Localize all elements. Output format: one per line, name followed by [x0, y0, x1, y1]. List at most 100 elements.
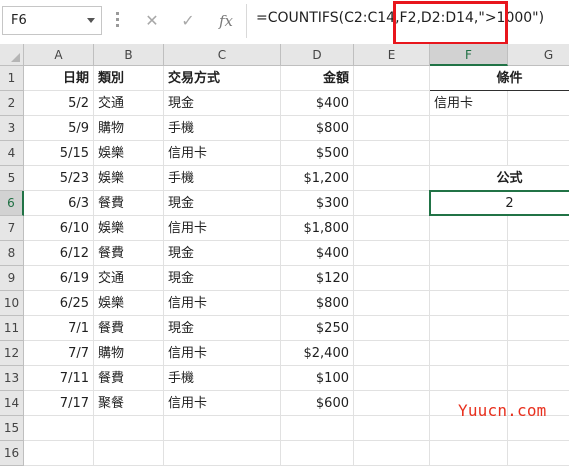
cell-c8[interactable]: 現金: [164, 241, 281, 266]
cell-b12[interactable]: 購物: [94, 341, 164, 366]
row-header-2[interactable]: 2: [0, 91, 24, 116]
cell-g13[interactable]: [508, 366, 569, 391]
cell-f16[interactable]: [430, 441, 508, 466]
cell-a10[interactable]: 6/25: [24, 291, 94, 316]
cell-e5[interactable]: [354, 166, 430, 191]
cell-g10[interactable]: [508, 291, 569, 316]
cell-b4[interactable]: 娛樂: [94, 141, 164, 166]
row-header-7[interactable]: 7: [0, 216, 24, 241]
cell-a6[interactable]: 6/3: [24, 191, 94, 216]
cell-c1[interactable]: 交易方式: [164, 66, 281, 91]
cell-b13[interactable]: 餐費: [94, 366, 164, 391]
cell-e2[interactable]: [354, 91, 430, 116]
cell-e12[interactable]: [354, 341, 430, 366]
cell-g11[interactable]: [508, 316, 569, 341]
cell-d6[interactable]: $300: [281, 191, 354, 216]
cell-c14[interactable]: 信用卡: [164, 391, 281, 416]
cell-b5[interactable]: 娛樂: [94, 166, 164, 191]
cell-f5[interactable]: 公式: [430, 166, 569, 191]
cell-e13[interactable]: [354, 366, 430, 391]
row-header-15[interactable]: 15: [0, 416, 24, 441]
cell-d2[interactable]: $400: [281, 91, 354, 116]
cell-g7[interactable]: [508, 216, 569, 241]
cell-a11[interactable]: 7/1: [24, 316, 94, 341]
cell-d15[interactable]: [281, 416, 354, 441]
cell-b16[interactable]: [94, 441, 164, 466]
cell-g12[interactable]: [508, 341, 569, 366]
row-header-5[interactable]: 5: [0, 166, 24, 191]
column-header-a[interactable]: A: [24, 44, 94, 66]
chevron-down-icon[interactable]: [87, 18, 95, 23]
cell-b3[interactable]: 購物: [94, 116, 164, 141]
cell-c2[interactable]: 現金: [164, 91, 281, 116]
row-header-4[interactable]: 4: [0, 141, 24, 166]
cell-e10[interactable]: [354, 291, 430, 316]
row-header-1[interactable]: 1: [0, 66, 24, 91]
cell-b14[interactable]: 聚餐: [94, 391, 164, 416]
cell-f12[interactable]: [430, 341, 508, 366]
row-header-16[interactable]: 16: [0, 441, 24, 466]
column-header-d[interactable]: D: [281, 44, 354, 66]
cell-a14[interactable]: 7/17: [24, 391, 94, 416]
cell-f6[interactable]: 2: [430, 191, 569, 216]
row-header-6[interactable]: 6: [0, 191, 24, 216]
cell-c6[interactable]: 現金: [164, 191, 281, 216]
name-box[interactable]: F6: [2, 6, 102, 35]
cell-a4[interactable]: 5/15: [24, 141, 94, 166]
cell-e7[interactable]: [354, 216, 430, 241]
enter-check-icon[interactable]: ✓: [176, 9, 200, 33]
cell-f4[interactable]: [430, 141, 508, 166]
cell-g16[interactable]: [508, 441, 569, 466]
cell-d8[interactable]: $400: [281, 241, 354, 266]
cell-c15[interactable]: [164, 416, 281, 441]
cell-g9[interactable]: [508, 266, 569, 291]
cell-f7[interactable]: [430, 216, 508, 241]
cell-d13[interactable]: $100: [281, 366, 354, 391]
cell-e6[interactable]: [354, 191, 430, 216]
cell-e1[interactable]: [354, 66, 430, 91]
cell-c13[interactable]: 手機: [164, 366, 281, 391]
cell-c5[interactable]: 手機: [164, 166, 281, 191]
cell-b1[interactable]: 類別: [94, 66, 164, 91]
cell-e3[interactable]: [354, 116, 430, 141]
cell-f3[interactable]: [430, 116, 508, 141]
row-header-14[interactable]: 14: [0, 391, 24, 416]
cell-e9[interactable]: [354, 266, 430, 291]
cell-c11[interactable]: 現金: [164, 316, 281, 341]
cell-c7[interactable]: 信用卡: [164, 216, 281, 241]
row-header-11[interactable]: 11: [0, 316, 24, 341]
cell-e4[interactable]: [354, 141, 430, 166]
cell-c10[interactable]: 信用卡: [164, 291, 281, 316]
cell-d5[interactable]: $1,200: [281, 166, 354, 191]
cell-d10[interactable]: $800: [281, 291, 354, 316]
select-all-button[interactable]: [0, 44, 24, 66]
cell-b2[interactable]: 交通: [94, 91, 164, 116]
cell-c12[interactable]: 信用卡: [164, 341, 281, 366]
cell-c3[interactable]: 手機: [164, 116, 281, 141]
cell-d9[interactable]: $120: [281, 266, 354, 291]
cell-c16[interactable]: [164, 441, 281, 466]
cell-c9[interactable]: 現金: [164, 266, 281, 291]
row-header-3[interactable]: 3: [0, 116, 24, 141]
cell-g4[interactable]: [508, 141, 569, 166]
cell-b9[interactable]: 交通: [94, 266, 164, 291]
cell-d16[interactable]: [281, 441, 354, 466]
cell-g8[interactable]: [508, 241, 569, 266]
cell-a9[interactable]: 6/19: [24, 266, 94, 291]
column-header-b[interactable]: B: [94, 44, 164, 66]
cell-d11[interactable]: $250: [281, 316, 354, 341]
cell-c4[interactable]: 信用卡: [164, 141, 281, 166]
row-header-10[interactable]: 10: [0, 291, 24, 316]
cell-d14[interactable]: $600: [281, 391, 354, 416]
cell-a2[interactable]: 5/2: [24, 91, 94, 116]
cell-d4[interactable]: $500: [281, 141, 354, 166]
row-header-12[interactable]: 12: [0, 341, 24, 366]
row-header-13[interactable]: 13: [0, 366, 24, 391]
cell-g2[interactable]: [508, 91, 569, 116]
cell-a15[interactable]: [24, 416, 94, 441]
cell-b7[interactable]: 娛樂: [94, 216, 164, 241]
column-header-c[interactable]: C: [164, 44, 281, 66]
cell-a16[interactable]: [24, 441, 94, 466]
cell-a8[interactable]: 6/12: [24, 241, 94, 266]
cell-b11[interactable]: 餐費: [94, 316, 164, 341]
